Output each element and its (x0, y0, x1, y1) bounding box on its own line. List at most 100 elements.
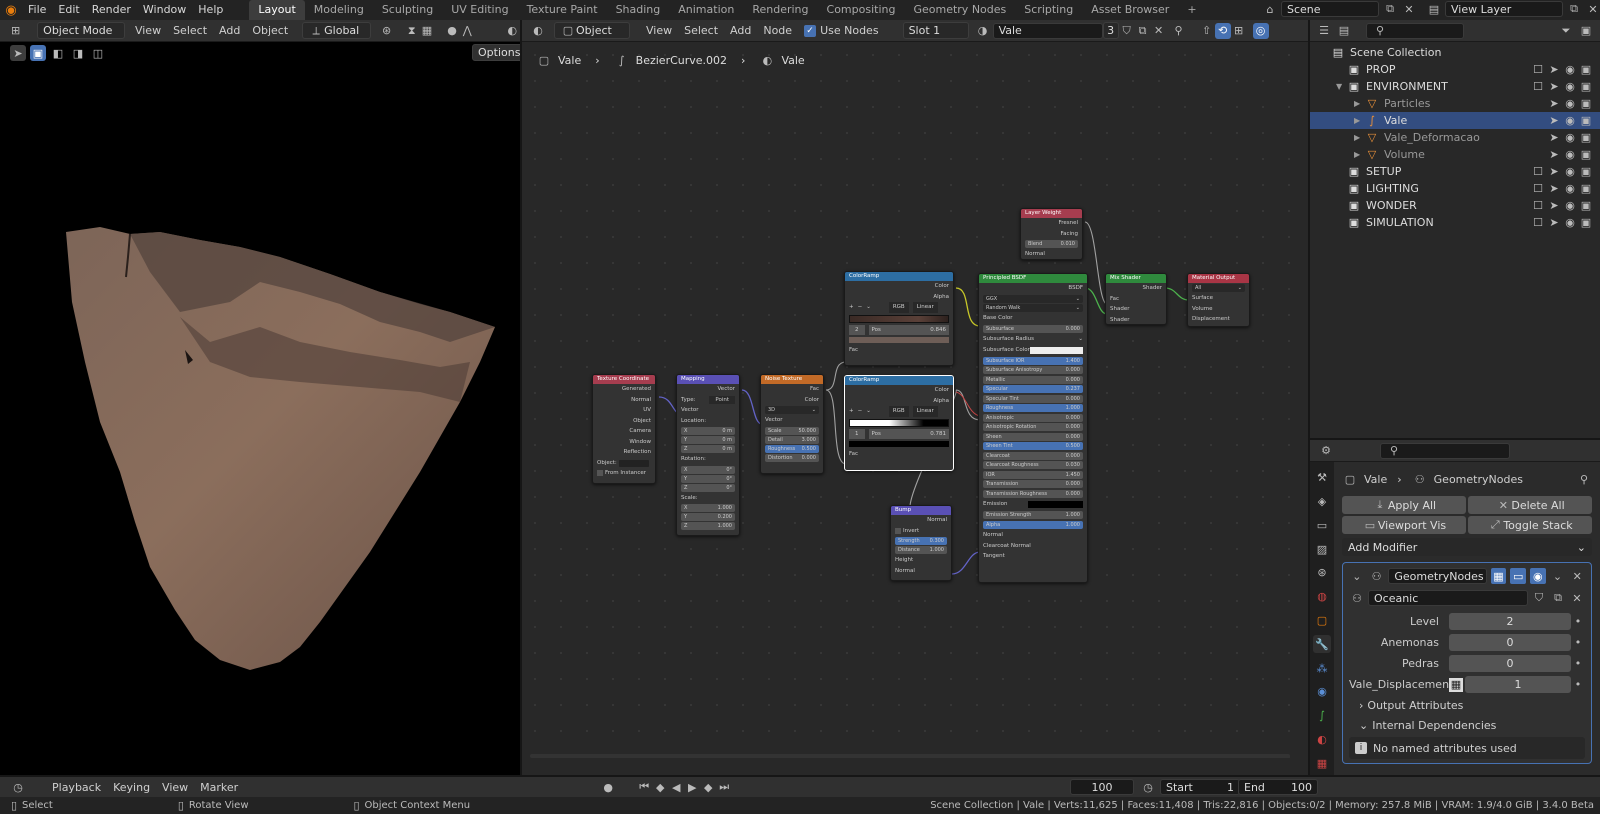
bsdf-field[interactable]: Anisotropic 0.000 (983, 413, 1083, 422)
node-menu-select[interactable]: Select (678, 24, 724, 37)
param-value[interactable]: 1 (1465, 676, 1571, 693)
current-frame-field[interactable]: 100 (1070, 779, 1134, 795)
ramp-gradient[interactable] (849, 314, 949, 323)
new-scene-icon[interactable]: ⧉ (1382, 1, 1398, 17)
bsdf-field[interactable]: Transmission 0.000 (983, 480, 1083, 488)
subsurface-method-dropdown[interactable]: Random Walk ⌄ (983, 303, 1083, 312)
node-noise-texture[interactable]: Noise Texture Fac Color 3D ⌄ Vector Scale… (760, 374, 824, 474)
snap-target-icon[interactable]: ▦ (419, 23, 434, 39)
material-users-count[interactable]: 3 (1102, 22, 1119, 39)
rotation-x[interactable]: X 0° (681, 465, 735, 474)
bsdf-field[interactable]: Emission Strength 1.000 (983, 511, 1083, 519)
tab-asset-browser[interactable]: Asset Browser (1082, 0, 1178, 20)
socket-window[interactable]: Window (593, 437, 655, 448)
node-colorramp-1[interactable]: ColorRamp Color Alpha + − ⌄ RGB Linear 2 Pos 0… (844, 271, 954, 366)
tab-shading[interactable]: Shading (607, 0, 670, 20)
outliner-item[interactable]: ▶ ▽ Particles ➤ ◉ ▣ (1310, 95, 1600, 112)
exclude-checkbox-icon[interactable]: ☐ (1532, 181, 1544, 197)
node-mix-shader[interactable]: Mix Shader Shader Fac Shader Shader (1105, 273, 1167, 325)
bsdf-field[interactable]: Subsurface Radius ⌄ (979, 334, 1087, 345)
bsdf-field[interactable]: Subsurface IOR 1.400 (983, 356, 1083, 365)
socket-vector-in[interactable]: Vector (761, 415, 823, 426)
remove-modifier-icon[interactable]: ✕ (1569, 568, 1585, 584)
rotation-y[interactable]: Y 0° (681, 474, 735, 483)
ramp-interp-dropdown[interactable]: Linear (912, 406, 938, 417)
add-stop-icon[interactable]: + (849, 302, 854, 313)
snap-type-icon[interactable]: ⊞ (1231, 23, 1247, 39)
delete-view-layer-icon[interactable]: ✕ (1585, 1, 1600, 17)
shader-editor-icon[interactable]: ◐ (530, 23, 546, 39)
ramp-mode-dropdown[interactable]: RGB (888, 406, 909, 417)
properties-search-input[interactable]: ⚲ (1380, 442, 1510, 459)
ramp-pos-value[interactable]: 0.846 (930, 325, 946, 336)
timeline-menu-marker[interactable]: Marker (194, 781, 244, 794)
socket-bsdf-out[interactable]: BSDF (979, 283, 1087, 294)
slot-dropdown[interactable]: Slot 1 (902, 22, 969, 39)
socket-normal-out[interactable]: Normal (891, 515, 951, 526)
param-value[interactable]: 0 (1449, 634, 1571, 651)
socket-color-out[interactable]: Color (845, 281, 953, 292)
scene-name-field[interactable]: Scene (1281, 1, 1379, 17)
bump-strength-field[interactable]: Strength 0.300 (895, 537, 947, 545)
ramp-interp-dropdown[interactable]: Linear (912, 302, 938, 313)
ramp-gradient[interactable] (849, 418, 949, 427)
menu-help[interactable]: Help (192, 0, 229, 20)
node-group-field[interactable]: Oceanic (1368, 590, 1528, 606)
timeline-editor-icon[interactable]: ◷ (10, 779, 26, 795)
socket-camera[interactable]: Camera (593, 426, 655, 437)
eye-icon[interactable]: ◉ (1564, 181, 1576, 197)
camera-icon[interactable]: ▣ (1580, 96, 1592, 112)
outliner-item[interactable]: ▼ ▣ ENVIRONMENT ☐ ➤ ◉ ▣ (1310, 78, 1600, 95)
node-layer-weight[interactable]: Layer Weight Fresnel Facing Blend 0.010 N… (1020, 208, 1083, 260)
internal-dependencies-toggle[interactable]: ⌄ Internal Dependencies (1349, 715, 1585, 735)
data-tab-icon[interactable]: ∫ (1313, 707, 1331, 725)
camera-icon[interactable]: ▣ (1580, 198, 1592, 214)
socket-height-in[interactable]: Height (891, 555, 951, 566)
select-cursor-icon[interactable]: ➤ (1548, 79, 1560, 95)
viewport-canvas[interactable]: ➤ ▣ ◧ ◨ ◫ Options (0, 42, 520, 775)
edit-mode-icon[interactable]: ▦ (1490, 568, 1507, 584)
material-tab-icon[interactable]: ◐ (1313, 730, 1331, 748)
outliner-item[interactable]: ▣ PROP ☐ ➤ ◉ ▣ (1310, 61, 1600, 78)
camera-icon[interactable]: ▣ (1580, 79, 1592, 95)
modifier-tab-icon[interactable]: 🔧 (1313, 635, 1331, 654)
bsdf-field[interactable]: Metallic 0.000 (983, 375, 1083, 384)
outliner-item[interactable]: ▶ ∫ Vale ➤ ◉ ▣ (1310, 112, 1600, 129)
tab-geometry-nodes[interactable]: Geometry Nodes (904, 0, 1015, 20)
bsdf-field[interactable]: Specular Tint 0.000 (983, 394, 1083, 403)
view-layer-tab-icon[interactable]: ▨ (1313, 540, 1331, 558)
outliner-item[interactable]: ▣ SIMULATION ☐ ➤ ◉ ▣ (1310, 214, 1600, 231)
object-field[interactable] (618, 459, 649, 467)
outliner-item[interactable]: ▣ LIGHTING ☐ ➤ ◉ ▣ (1310, 180, 1600, 197)
duplicate-node-group-icon[interactable]: ⧉ (1550, 590, 1566, 606)
scale-z[interactable]: Z 1.000 (681, 522, 735, 530)
remove-stop-icon[interactable]: − (858, 302, 863, 313)
node-bump[interactable]: Bump Normal Invert Strength 0.300 Distanc… (890, 505, 952, 581)
eye-icon[interactable]: ◉ (1564, 130, 1576, 146)
keyframe-dot-icon[interactable]: • (1571, 678, 1585, 691)
timeline-menu-view[interactable]: View (156, 781, 194, 794)
bsdf-field[interactable]: Clearcoat 0.000 (983, 451, 1083, 460)
outliner-search-input[interactable]: ⚲ (1366, 22, 1464, 39)
outliner-item[interactable]: ▣ SETUP ☐ ➤ ◉ ▣ (1310, 163, 1600, 180)
material-browse-icon[interactable]: ◑ (975, 23, 991, 39)
socket-fac-in[interactable]: Fac (1106, 294, 1166, 305)
tab-scripting[interactable]: Scripting (1015, 0, 1082, 20)
exclude-checkbox-icon[interactable]: ☐ (1532, 198, 1544, 214)
location-z[interactable]: Z0 m (681, 445, 735, 453)
bump-distance-field[interactable]: Distance 1.000 (895, 546, 947, 554)
invert-checkbox[interactable] (895, 527, 901, 534)
outliner-item[interactable]: ▶ ▽ Volume ➤ ◉ ▣ (1310, 146, 1600, 163)
scale-x[interactable]: X 1.000 (681, 504, 735, 512)
output-tab-icon[interactable]: ▭ (1313, 517, 1331, 535)
ramp-stop-color[interactable] (849, 337, 949, 343)
exclude-checkbox-icon[interactable]: ☐ (1532, 215, 1544, 231)
socket-alpha-out[interactable]: Alpha (845, 292, 953, 303)
noise-detail-field[interactable]: Detail 3.000 (765, 435, 819, 444)
eye-icon[interactable]: ◉ (1564, 79, 1576, 95)
jump-keyframe-forward-icon[interactable]: ◆ (700, 779, 716, 795)
socket-facing-out[interactable]: Facing (1021, 229, 1082, 240)
apply-all-button[interactable]: ⤓ Apply All (1342, 496, 1466, 514)
socket-fac-in[interactable]: Fac (845, 345, 953, 356)
socket-uv[interactable]: UV (593, 405, 655, 416)
